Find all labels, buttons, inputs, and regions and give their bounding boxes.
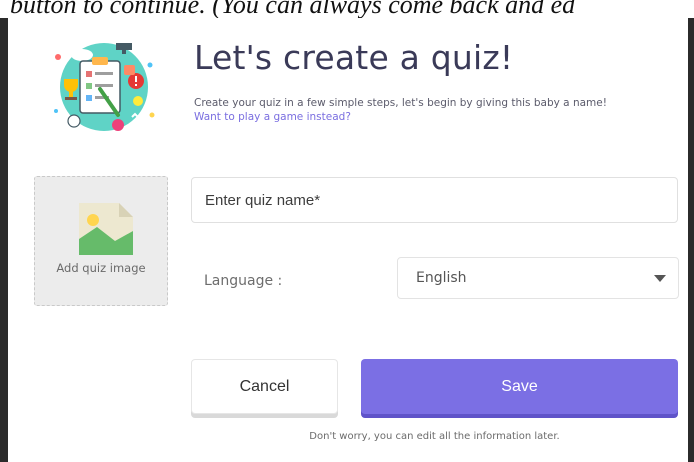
background-page-text-strip: button to continue. (You can always come… (0, 0, 694, 18)
image-placeholder-icon (79, 203, 133, 255)
save-button[interactable]: Save (361, 359, 678, 414)
add-quiz-image-button[interactable]: Add quiz image (34, 176, 168, 306)
modal-description: Create your quiz in a few simple steps, … (194, 96, 634, 124)
create-quiz-modal: Let's create a quiz! Create your quiz in… (8, 18, 688, 462)
quiz-illustration-icon (54, 43, 155, 131)
background-partial-text: button to continue. (You can always come… (10, 0, 576, 18)
language-label: Language : (204, 273, 283, 289)
language-select[interactable]: English (397, 257, 679, 299)
cancel-button[interactable]: Cancel (191, 359, 338, 414)
quiz-name-input[interactable] (191, 177, 678, 223)
play-game-link[interactable]: Want to play a game instead? (194, 111, 351, 123)
page-title: Let's create a quiz! (194, 38, 514, 77)
footer-note: Don't worry, you can edit all the inform… (309, 431, 560, 442)
description-text: Create your quiz in a few simple steps, … (194, 97, 607, 109)
add-quiz-image-label: Add quiz image (56, 261, 146, 275)
language-selected-value: English (416, 270, 467, 286)
caret-down-icon (654, 275, 666, 282)
